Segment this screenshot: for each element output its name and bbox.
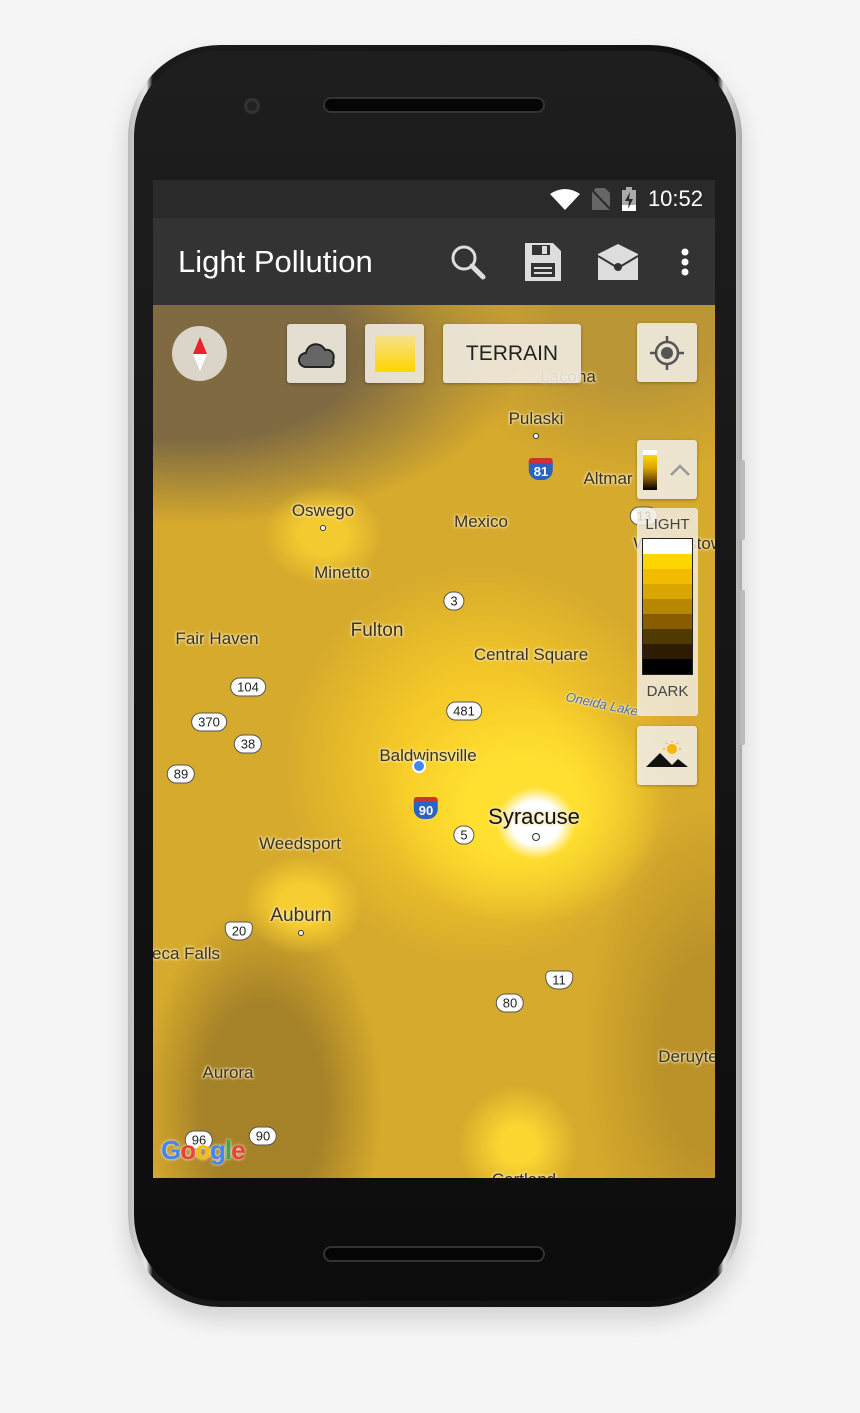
power-button — [740, 460, 745, 540]
more-options-button[interactable] — [655, 232, 715, 292]
map-label: Weedsport — [259, 834, 341, 853]
status-bar: 10:52 — [153, 180, 715, 218]
route-shield: 5 — [453, 825, 475, 845]
wifi-icon — [549, 189, 580, 210]
route-shield: 90 — [248, 1126, 278, 1146]
map-label: Pulaski — [508, 409, 564, 428]
terrain-lightbulb-icon — [646, 740, 688, 767]
battery-charging-icon — [621, 187, 636, 211]
legend-mini-icon — [643, 449, 657, 490]
legend-dark-label: DARK — [646, 683, 689, 700]
route-shield: 89 — [166, 764, 196, 784]
my-location-dot — [412, 759, 426, 773]
volume-button — [740, 590, 745, 745]
map-label: Altmar — [583, 469, 633, 488]
legend-swatch — [643, 539, 692, 554]
map-label: Oswego — [291, 501, 355, 520]
search-button[interactable] — [430, 232, 505, 292]
cloud-layer-button[interactable] — [287, 324, 346, 383]
compass-button[interactable] — [172, 326, 227, 381]
save-icon — [524, 242, 561, 281]
route-shield: 11 — [545, 970, 573, 990]
map-label: Oneida Lake — [564, 688, 640, 720]
map-label: Central Square — [473, 645, 589, 664]
legend-light-label: LIGHT — [645, 516, 690, 533]
route-shield: 3 — [443, 591, 465, 611]
legend-swatch — [643, 614, 692, 629]
map-label: Fair Haven — [175, 629, 259, 648]
earpiece-speaker — [323, 97, 545, 113]
light-sources-button[interactable] — [637, 726, 697, 785]
share-button[interactable] — [580, 232, 655, 292]
app-bar: Light Pollution — [153, 218, 715, 305]
legend-collapse-button[interactable] — [637, 440, 697, 499]
screen: 10:52 Light Pollution Lacona Pulaski Alt… — [153, 180, 715, 1178]
bottom-speaker — [323, 1246, 545, 1262]
map-label: Cortland — [492, 1170, 556, 1178]
map-label: Minetto — [314, 563, 370, 582]
open-mail-icon — [597, 243, 638, 280]
legend-swatch — [643, 569, 692, 584]
map-label: Aurora — [202, 1063, 254, 1082]
terrain-button[interactable]: TERRAIN — [443, 324, 581, 383]
route-shield: 38 — [233, 734, 263, 754]
chevron-up-icon — [670, 463, 690, 476]
city-marker — [532, 833, 540, 841]
route-shield: 90 — [413, 797, 439, 819]
legend-swatch — [643, 629, 692, 644]
legend-swatch — [643, 659, 692, 674]
map-label: Auburn — [270, 905, 332, 926]
map-label: Mexico — [454, 512, 508, 531]
legend-swatch — [643, 554, 692, 569]
map-label: Fulton — [350, 620, 404, 641]
city-marker — [533, 433, 539, 439]
gradient-swatch-icon — [374, 335, 415, 372]
legend-swatch — [643, 599, 692, 614]
app-title: Light Pollution — [178, 243, 373, 279]
search-icon — [451, 245, 485, 279]
route-shield: 481 — [446, 701, 482, 721]
route-shield: 81 — [528, 458, 554, 480]
no-sim-icon — [591, 188, 610, 210]
legend-swatch — [643, 584, 692, 599]
legend-color-scale — [642, 538, 693, 675]
clock: 10:52 — [647, 186, 703, 211]
map-label: Baldwinsville — [379, 746, 477, 765]
save-button[interactable] — [505, 232, 580, 292]
cloud-icon — [297, 342, 335, 368]
google-logo: Google — [161, 1135, 246, 1165]
more-vert-icon — [681, 248, 689, 275]
legend-swatch — [643, 644, 692, 659]
my-location-button[interactable] — [637, 323, 697, 382]
city-marker — [320, 525, 326, 531]
compass-icon — [192, 336, 207, 371]
map-label: Syracuse — [488, 804, 580, 829]
route-shield: 80 — [495, 993, 525, 1013]
front-camera — [244, 98, 260, 114]
light-pollution-legend: LIGHT DARK — [637, 508, 698, 716]
crosshair-icon — [650, 335, 684, 370]
overlay-color-button[interactable] — [365, 324, 424, 383]
city-marker — [298, 930, 304, 936]
route-shield: 370 — [191, 712, 227, 732]
route-shield: 104 — [230, 677, 266, 697]
map-view[interactable]: Lacona Pulaski Altmar Oswego Mexico Will… — [153, 305, 715, 1178]
route-shield: 20 — [224, 921, 254, 941]
map-label: eca Falls — [153, 944, 221, 963]
map-label: Deruyte — [658, 1047, 715, 1066]
